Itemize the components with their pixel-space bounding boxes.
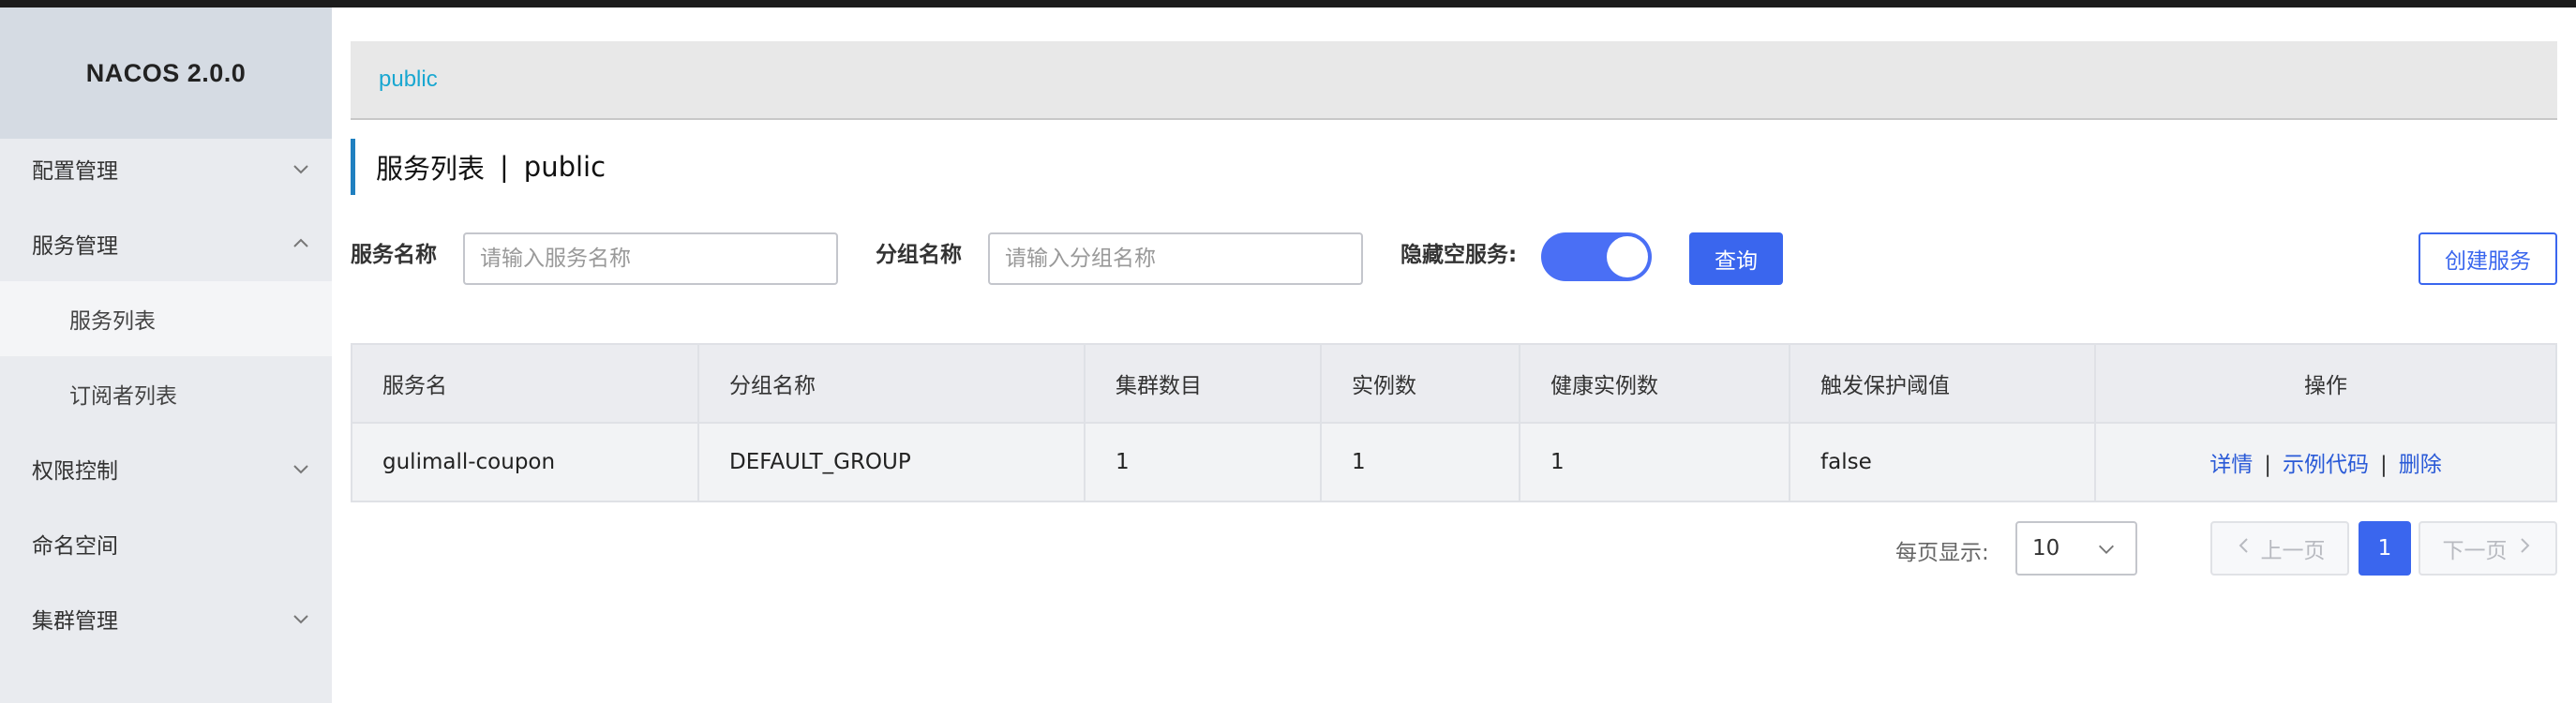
column-header: 健康实例数 <box>1519 343 1790 424</box>
window-top-bar <box>0 0 2576 7</box>
table-header-row: 服务名 分组名称 集群数目 实例数 健康实例数 触发保护阈值 操作 <box>351 343 2557 424</box>
page-title-namespace: public <box>523 151 607 183</box>
instance-count-cell: 1 <box>1320 422 1520 502</box>
service-name-cell: gulimall-coupon <box>351 422 699 502</box>
chevron-down-icon <box>291 608 311 629</box>
title-separator: | <box>500 151 509 183</box>
chevron-left-icon <box>2235 536 2254 561</box>
group-name-label: 分组名称 <box>876 243 962 267</box>
sample-code-link[interactable]: 示例代码 <box>2283 453 2369 477</box>
sidebar-item-service-management[interactable]: 服务管理 <box>0 206 332 281</box>
service-name-label: 服务名称 <box>351 243 437 267</box>
healthy-instance-count-cell: 1 <box>1519 422 1790 502</box>
protect-threshold-cell: false <box>1789 422 2096 502</box>
detail-link[interactable]: 详情 <box>2209 453 2253 477</box>
delete-link[interactable]: 删除 <box>2399 453 2442 477</box>
prev-page-button[interactable]: 上一页 <box>2210 521 2349 576</box>
sidebar-item-label: 集群管理 <box>32 609 118 634</box>
page-title: 服务列表 | public <box>351 139 606 195</box>
hide-empty-services-label: 隐藏空服务: <box>1400 243 1518 267</box>
page-size-select[interactable]: 10 <box>2015 521 2137 576</box>
action-separator: | <box>2264 453 2271 477</box>
sidebar-item-label: 配置管理 <box>32 159 118 184</box>
sidebar-item-namespace[interactable]: 命名空间 <box>0 506 332 581</box>
table-row: gulimall-coupon DEFAULT_GROUP 1 1 1 fals… <box>351 422 2557 502</box>
sidebar-item-label: 服务列表 <box>69 309 156 334</box>
chevron-down-icon <box>291 158 311 179</box>
service-name-input[interactable] <box>463 232 838 285</box>
brand-logo: NACOS 2.0.0 <box>0 7 332 139</box>
create-service-button[interactable]: 创建服务 <box>2419 232 2557 285</box>
group-name-input[interactable] <box>988 232 1363 285</box>
column-header: 分组名称 <box>697 343 1086 424</box>
column-header: 服务名 <box>351 343 699 424</box>
page-size-label: 每页显示: <box>1895 541 1989 565</box>
query-button[interactable]: 查询 <box>1689 232 1783 285</box>
column-header: 集群数目 <box>1084 343 1322 424</box>
column-header: 操作 <box>2094 343 2557 424</box>
chevron-down-icon <box>2096 539 2119 561</box>
sidebar-item-config-management[interactable]: 配置管理 <box>0 131 332 206</box>
namespace-breadcrumb: public <box>351 41 2557 120</box>
actions-cell: 详情 | 示例代码 | 删除 <box>2094 422 2557 502</box>
next-page-label: 下一页 <box>2442 539 2508 563</box>
sidebar-item-service-list[interactable]: 服务列表 <box>0 281 332 356</box>
cluster-count-cell: 1 <box>1084 422 1322 502</box>
chevron-down-icon <box>291 458 311 479</box>
chevron-right-icon <box>2515 536 2534 561</box>
sidebar-item-label: 权限控制 <box>32 459 118 484</box>
column-header: 实例数 <box>1320 343 1520 424</box>
sidebar-item-subscriber-list[interactable]: 订阅者列表 <box>0 356 332 431</box>
namespace-link[interactable]: public <box>379 67 438 93</box>
chevron-up-icon <box>291 233 311 254</box>
sidebar-item-label: 服务管理 <box>32 234 118 259</box>
next-page-button[interactable]: 下一页 <box>2419 521 2557 576</box>
sidebar-item-cluster-management[interactable]: 集群管理 <box>0 581 332 656</box>
sidebar: NACOS 2.0.0 配置管理 服务管理 服务列表 订阅者列表 权限控制 命名… <box>0 7 332 703</box>
sidebar-item-label: 订阅者列表 <box>69 384 177 409</box>
page-title-text: 服务列表 <box>376 153 486 185</box>
sidebar-item-label: 命名空间 <box>32 534 118 559</box>
column-header: 触发保护阈值 <box>1789 343 2096 424</box>
prev-page-label: 上一页 <box>2260 539 2326 563</box>
current-page-button[interactable]: 1 <box>2359 521 2411 576</box>
group-name-cell: DEFAULT_GROUP <box>697 422 1086 502</box>
service-table: 服务名 分组名称 集群数目 实例数 健康实例数 触发保护阈值 操作 gulima… <box>351 343 2557 502</box>
page-size-value: 10 <box>2032 536 2060 561</box>
sidebar-item-access-control[interactable]: 权限控制 <box>0 431 332 506</box>
hide-empty-services-toggle[interactable] <box>1541 232 1652 281</box>
toggle-knob <box>1607 236 1648 277</box>
action-separator: | <box>2380 453 2388 477</box>
